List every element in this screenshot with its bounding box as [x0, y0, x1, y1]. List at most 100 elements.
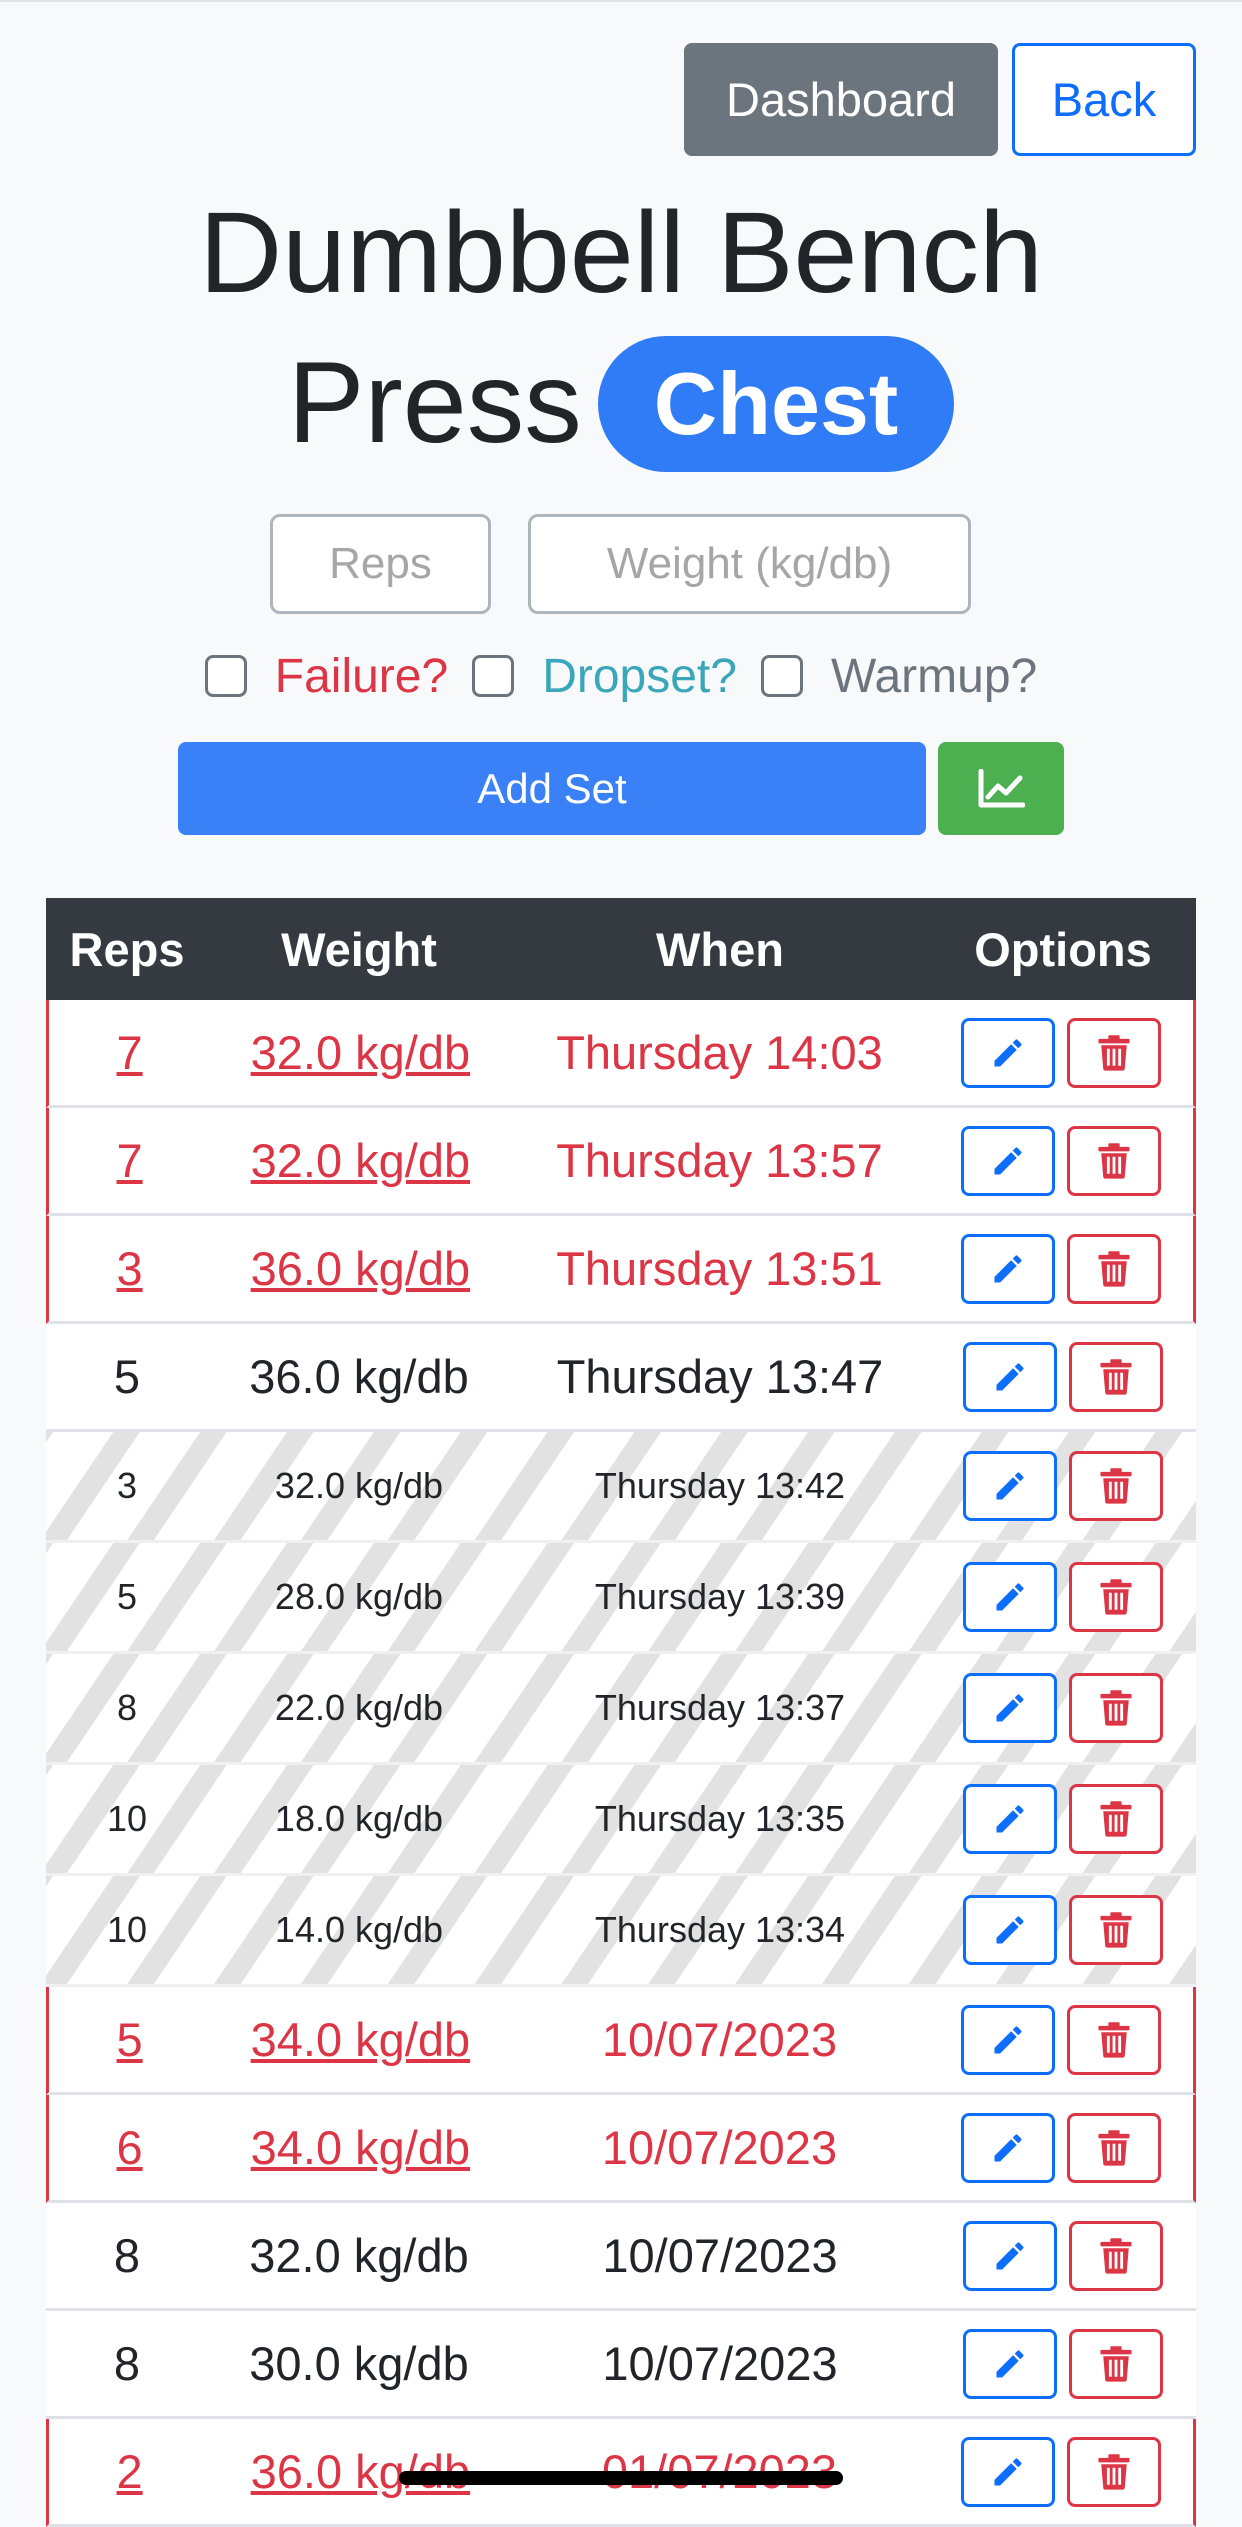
set-options	[930, 1341, 1196, 1412]
set-weight[interactable]: 32.0 kg/db	[251, 1026, 471, 1079]
set-weight[interactable]: 36.0 kg/db	[251, 1242, 471, 1295]
pencil-icon	[990, 2022, 1026, 2058]
set-reps-cell[interactable]: 3	[49, 1241, 210, 1296]
dropset-option[interactable]: Dropset?	[472, 649, 737, 704]
delete-set-button[interactable]	[1069, 1451, 1163, 1521]
edit-set-button[interactable]	[963, 2220, 1057, 2291]
weight-input[interactable]	[528, 514, 971, 614]
delete-set-button[interactable]	[1069, 1673, 1163, 1743]
table-row: 7 32.0 kg/db Thursday 13:57	[46, 1108, 1196, 1216]
set-reps[interactable]: 6	[117, 2121, 143, 2174]
set-reps-cell[interactable]: 2	[49, 2444, 210, 2499]
edit-set-button[interactable]	[960, 1233, 1055, 1304]
set-reps[interactable]: 2	[117, 2445, 143, 2498]
table-row: 3 32.0 kg/db Thursday 13:42	[46, 1432, 1196, 1543]
set-reps-cell[interactable]: 7	[49, 1133, 210, 1188]
edit-set-button[interactable]	[963, 1451, 1057, 1521]
set-reps: 3	[116, 1465, 138, 1506]
set-reps-cell[interactable]: 7	[49, 1025, 210, 1080]
delete-set-button[interactable]	[1069, 2220, 1163, 2291]
set-reps[interactable]: 3	[117, 1242, 143, 1295]
edit-set-button[interactable]	[963, 1673, 1057, 1743]
delete-set-button[interactable]	[1066, 1233, 1161, 1304]
table-row: 8 30.0 kg/db 10/07/2023	[46, 2311, 1196, 2419]
set-options	[928, 2004, 1193, 2075]
delete-set-button[interactable]	[1066, 2436, 1161, 2507]
pencil-icon	[992, 1359, 1028, 1395]
pencil-icon	[990, 1035, 1026, 1071]
edit-set-button[interactable]	[963, 1562, 1057, 1632]
dropset-checkbox[interactable]	[472, 655, 515, 697]
set-options	[930, 1784, 1196, 1854]
set-reps-cell[interactable]: 6	[49, 2120, 210, 2175]
table-body: 7 32.0 kg/db Thursday 14:03 7 32.0 kg/db Thur…	[46, 1000, 1196, 2527]
delete-set-button[interactable]	[1069, 1784, 1163, 1854]
failure-checkbox[interactable]	[204, 655, 247, 697]
set-reps: 10	[106, 1798, 148, 1839]
set-reps[interactable]: 7	[117, 1134, 143, 1187]
set-weight-cell[interactable]: 34.0 kg/db	[210, 2012, 510, 2067]
set-options	[928, 1017, 1193, 1088]
trash-icon	[1099, 1467, 1133, 1505]
set-when: Thursday 13:37	[594, 1687, 846, 1728]
delete-set-button[interactable]	[1066, 2004, 1161, 2075]
delete-set-button[interactable]	[1066, 1125, 1161, 1196]
delete-set-button[interactable]	[1069, 1562, 1163, 1632]
set-type-options: Failure? Dropset? Warmup?	[0, 640, 1242, 712]
set-weight: 18.0 kg/db	[274, 1798, 444, 1839]
edit-set-button[interactable]	[960, 1017, 1055, 1088]
pencil-icon	[992, 2346, 1028, 2382]
set-options	[930, 1451, 1196, 1521]
muscle-group-badge: Chest	[597, 335, 955, 472]
trash-icon	[1099, 1578, 1133, 1616]
reps-input[interactable]	[270, 514, 491, 614]
delete-set-button[interactable]	[1069, 1341, 1163, 1412]
delete-set-button[interactable]	[1069, 1895, 1163, 1965]
delete-set-button[interactable]	[1069, 2328, 1163, 2399]
add-set-button[interactable]: Add Set	[178, 742, 926, 835]
set-reps[interactable]: 5	[117, 2013, 143, 2066]
set-weight-cell[interactable]: 32.0 kg/db	[210, 1025, 510, 1080]
set-weight-cell: 18.0 kg/db	[208, 1798, 510, 1840]
pencil-icon	[990, 1143, 1026, 1179]
table-row: 5 36.0 kg/db Thursday 13:47	[46, 1324, 1196, 1432]
dashboard-button[interactable]: Dashboard	[684, 43, 998, 156]
edit-set-button[interactable]	[960, 2004, 1055, 2075]
warmup-option[interactable]: Warmup?	[760, 649, 1037, 704]
set-weight-cell[interactable]: 36.0 kg/db	[210, 1241, 510, 1296]
pencil-icon	[990, 2454, 1026, 2490]
delete-set-button[interactable]	[1066, 1017, 1161, 1088]
set-when: Thursday 13:51	[556, 1242, 883, 1295]
edit-set-button[interactable]	[963, 1784, 1057, 1854]
table-row: 6 34.0 kg/db 10/07/2023	[46, 2095, 1196, 2203]
failure-option[interactable]: Failure?	[204, 649, 448, 704]
set-options	[928, 1233, 1193, 1304]
set-weight[interactable]: 34.0 kg/db	[251, 2013, 471, 2066]
edit-set-button[interactable]	[963, 2328, 1057, 2399]
edit-set-button[interactable]	[963, 1895, 1057, 1965]
chart-button[interactable]	[938, 742, 1064, 835]
set-reps: 8	[113, 2337, 141, 2390]
set-options	[928, 1125, 1193, 1196]
trash-icon	[1097, 1034, 1131, 1072]
edit-set-button[interactable]	[960, 2112, 1055, 2183]
warmup-checkbox[interactable]	[760, 655, 803, 697]
set-weight[interactable]: 32.0 kg/db	[251, 1134, 471, 1187]
set-weight-cell[interactable]: 34.0 kg/db	[210, 2120, 510, 2175]
delete-set-button[interactable]	[1066, 2112, 1161, 2183]
set-weight[interactable]: 34.0 kg/db	[251, 2121, 471, 2174]
trash-icon	[1099, 1800, 1133, 1838]
set-reps[interactable]: 7	[117, 1026, 143, 1079]
back-button[interactable]: Back	[1012, 43, 1196, 156]
edit-set-button[interactable]	[960, 1125, 1055, 1196]
table-row: 5 28.0 kg/db Thursday 13:39	[46, 1543, 1196, 1654]
set-reps-cell[interactable]: 5	[49, 2012, 210, 2067]
set-when: Thursday 13:57	[556, 1134, 883, 1187]
set-weight: 32.0 kg/db	[274, 1465, 444, 1506]
edit-set-button[interactable]	[960, 2436, 1055, 2507]
edit-set-button[interactable]	[963, 1341, 1057, 1412]
pencil-icon	[992, 1912, 1028, 1948]
set-options	[930, 1562, 1196, 1632]
set-weight-cell[interactable]: 32.0 kg/db	[210, 1133, 510, 1188]
header-reps: Reps	[69, 922, 185, 976]
